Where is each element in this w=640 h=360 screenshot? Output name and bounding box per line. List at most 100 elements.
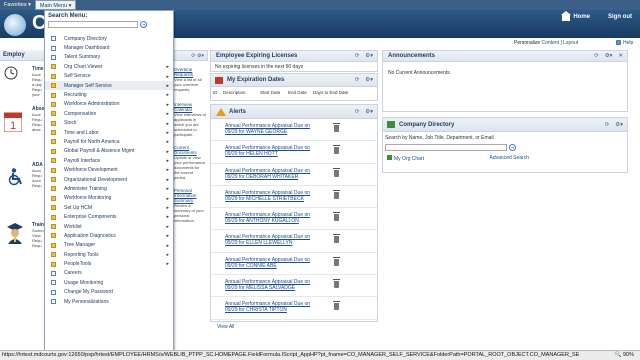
folder-icon bbox=[51, 214, 56, 220]
browser-status-bar: https://hrtest.mdcourts.gov:12650/psp/hr… bbox=[0, 350, 640, 360]
alert-link-detail[interactable]: 09/29 for WAYNE GEORGE bbox=[225, 129, 377, 135]
menu-item[interactable]: Stock ▸ bbox=[45, 119, 173, 128]
zoom-level[interactable]: 🔍 90% bbox=[610, 351, 634, 360]
col-end-date: End Date bbox=[288, 90, 307, 95]
alert-link-detail[interactable]: 09/29 for MELISSA SALVADGE bbox=[225, 285, 377, 291]
personalize-content-link[interactable]: Content bbox=[542, 40, 560, 46]
refresh-icon[interactable]: ⟳ bbox=[594, 51, 599, 62]
left-item-absence[interactable]: 1 bbox=[3, 110, 23, 134]
zoom-value: 90% bbox=[622, 352, 634, 358]
menu-item[interactable]: Workforce Administration ▸ bbox=[45, 100, 173, 109]
menu-item[interactable]: Workforce Monitoring ▸ bbox=[45, 194, 173, 203]
col-days-to-end: Days to End Date bbox=[313, 90, 349, 95]
trash-icon[interactable] bbox=[333, 189, 340, 199]
alert-link-detail[interactable]: 09/29 for ANTHONY KUGALLON bbox=[225, 218, 377, 224]
folder-icon bbox=[51, 252, 56, 258]
settings-icon[interactable]: ⚙▾ bbox=[365, 74, 373, 87]
settings-icon[interactable]: ⚙▾ bbox=[615, 118, 623, 132]
logo-globe-icon bbox=[4, 14, 26, 36]
menu-item[interactable]: Reporting Tools ▸ bbox=[45, 250, 173, 259]
menu-item[interactable]: Compensation ▸ bbox=[45, 109, 173, 118]
org-chart-link[interactable]: My Org Chart bbox=[387, 155, 424, 162]
menu-item[interactable]: Manager Dashboard bbox=[45, 43, 173, 52]
sign-out-link[interactable]: Sign out bbox=[608, 14, 632, 20]
alert-link-detail[interactable]: 09/29 for CHRISTA TIPTON bbox=[225, 307, 377, 313]
overtime-requests-link[interactable]: Overtime Requests bbox=[174, 67, 206, 77]
company-directory-title: Company Directory bbox=[399, 122, 455, 128]
personal-info-summary-link[interactable]: Personal Information Summary bbox=[174, 188, 206, 203]
folder-icon bbox=[51, 261, 56, 267]
alert-link-detail[interactable]: 09/29 for CONNIE ABE bbox=[225, 263, 377, 269]
trash-icon[interactable] bbox=[333, 234, 340, 244]
trash-icon[interactable] bbox=[333, 256, 340, 266]
alert-link-detail[interactable]: 09/29 for MICHELLE STRIETBECK bbox=[225, 196, 377, 202]
menu-item-label: Time and Labor bbox=[64, 129, 99, 136]
help-icon: ? bbox=[616, 40, 621, 45]
favorites-menu[interactable]: Favorites ▾ bbox=[0, 0, 35, 10]
menu-item[interactable]: Tree Manager ▸ bbox=[45, 241, 173, 250]
manager-links-controls[interactable]: ⟳ ⚙▾ bbox=[172, 50, 208, 61]
folder-icon bbox=[51, 158, 56, 164]
personalize-layout-link[interactable]: Layout bbox=[563, 40, 578, 46]
directory-search-button[interactable]: ➔ bbox=[509, 144, 516, 151]
settings-icon[interactable]: ⚙▾ bbox=[605, 51, 613, 62]
menu-item[interactable]: Org Chart Viewer ▸ bbox=[45, 62, 173, 71]
directory-search-input[interactable] bbox=[385, 144, 507, 151]
menu-item[interactable]: Manager Self Service ▸ bbox=[45, 80, 173, 91]
menu-item[interactable]: Talent Summary bbox=[45, 53, 173, 62]
refresh-icon[interactable]: ⟳ bbox=[605, 118, 610, 132]
refresh-icon[interactable]: ⟳ bbox=[355, 51, 360, 62]
trash-icon[interactable] bbox=[333, 212, 340, 222]
advanced-search-link[interactable]: Advanced Search bbox=[490, 155, 619, 162]
menu-item[interactable]: Global Payroll & Absence Mgmt ▸ bbox=[45, 147, 173, 156]
menu-item[interactable]: My Personalizations bbox=[45, 297, 173, 306]
refresh-icon[interactable]: ⟳ bbox=[355, 105, 360, 119]
svg-text:1: 1 bbox=[10, 120, 16, 132]
alert-link-detail[interactable]: 09/29 for DEBORAH WHITAKER bbox=[225, 174, 377, 180]
interview-calendar-link[interactable]: Interview Calendar bbox=[174, 102, 206, 112]
menu-item[interactable]: Organizational Development ▸ bbox=[45, 175, 173, 184]
menu-item[interactable]: Payroll Interface ▸ bbox=[45, 156, 173, 165]
menu-item[interactable]: Payroll for North America ▸ bbox=[45, 137, 173, 146]
menu-item[interactable]: Usage Monitoring bbox=[45, 278, 173, 287]
menu-search-input[interactable] bbox=[48, 21, 138, 28]
main-menu-tab[interactable]: Main Menu ▾ bbox=[34, 0, 77, 10]
menu-item[interactable]: Change My Password bbox=[45, 288, 173, 297]
menu-item[interactable]: Careers bbox=[45, 269, 173, 278]
trash-icon[interactable] bbox=[333, 145, 340, 155]
help-link[interactable]: ? Help bbox=[616, 40, 633, 46]
view-all-link[interactable]: View All bbox=[211, 320, 377, 334]
trash-icon[interactable] bbox=[333, 167, 340, 177]
alert-link-detail[interactable]: 09/29 for HELEN HOTT bbox=[225, 151, 377, 157]
menu-item[interactable]: Workforce Development ▸ bbox=[45, 165, 173, 174]
current-documents-link[interactable]: Current Documents bbox=[174, 145, 206, 155]
trash-icon[interactable] bbox=[333, 279, 340, 289]
folder-icon bbox=[51, 111, 56, 117]
home-link[interactable]: Home bbox=[561, 11, 590, 21]
left-item-ada[interactable] bbox=[8, 168, 24, 188]
menu-item[interactable]: Self Service ▸ bbox=[45, 72, 173, 81]
menu-item[interactable]: Recruiting ▸ bbox=[45, 90, 173, 99]
left-item-time[interactable] bbox=[4, 66, 18, 82]
menu-item[interactable]: Time and Labor ▸ bbox=[45, 128, 173, 137]
menu-item[interactable]: Enterprise Components ▸ bbox=[45, 212, 173, 221]
menu-item[interactable]: Application Diagnostics ▸ bbox=[45, 231, 173, 240]
trash-icon[interactable] bbox=[333, 301, 340, 311]
directory-search-label: Search by Name, Job Title, Department, o… bbox=[385, 135, 494, 141]
menu-search-button[interactable]: ➔ bbox=[140, 21, 147, 28]
refresh-icon[interactable]: ⟳ bbox=[355, 74, 360, 87]
settings-icon[interactable]: ⚙▾ bbox=[365, 105, 373, 119]
alert-link-detail[interactable]: 09/29 for ELLEN LLEWELLYN bbox=[225, 240, 377, 246]
menu-item-label: My Personalizations bbox=[64, 298, 109, 305]
settings-icon[interactable]: ⚙▾ bbox=[365, 51, 373, 62]
close-icon[interactable]: ✕ bbox=[618, 51, 623, 62]
left-item-training[interactable] bbox=[6, 222, 24, 246]
menu-item[interactable]: Administer Training ▸ bbox=[45, 184, 173, 193]
menu-item-label: Worklist bbox=[64, 223, 82, 230]
folder-icon bbox=[51, 101, 56, 107]
menu-item[interactable]: Company Directory bbox=[45, 34, 173, 43]
trash-icon[interactable] bbox=[333, 123, 340, 132]
menu-item[interactable]: PeopleTools ▸ bbox=[45, 259, 173, 268]
menu-item[interactable]: Worklist ▸ bbox=[45, 222, 173, 231]
menu-item[interactable]: Set Up HCM ▸ bbox=[45, 203, 173, 212]
